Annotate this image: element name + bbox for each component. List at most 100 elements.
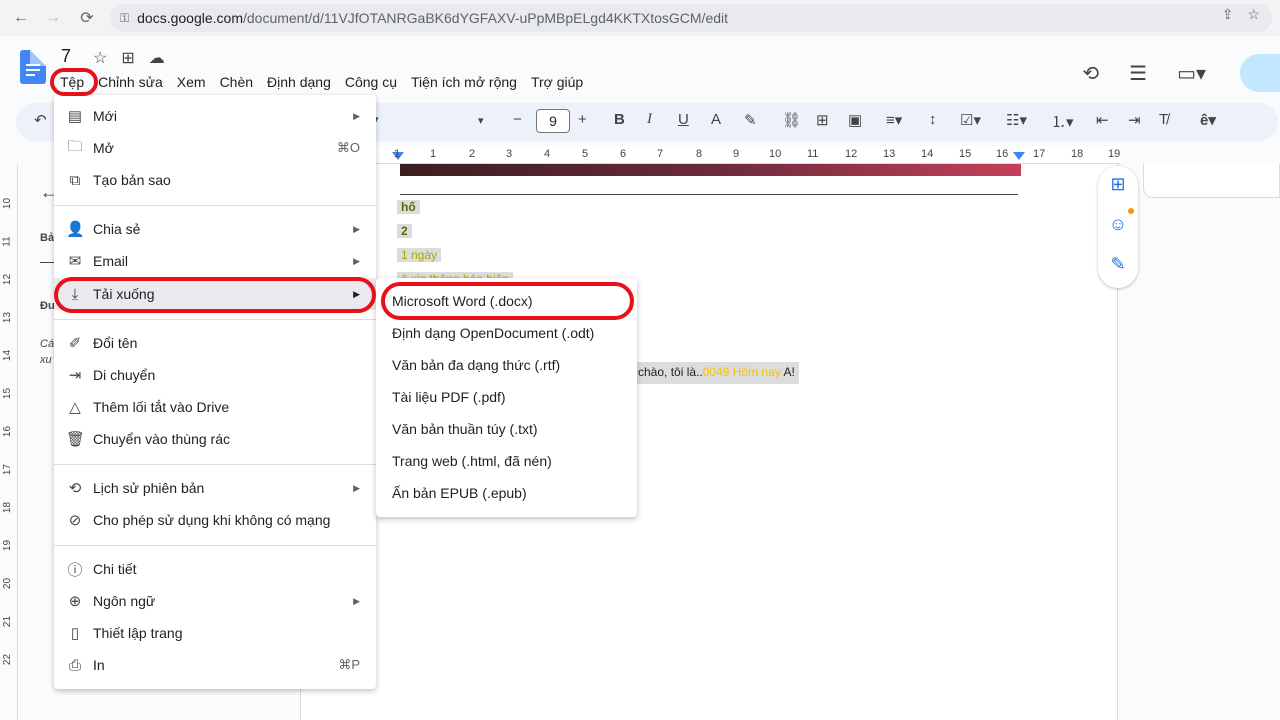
menu-view[interactable]: Xem [170, 72, 213, 92]
decrease-font-size-icon[interactable]: − [513, 111, 522, 128]
menu-item-add-shortcut[interactable]: △ Thêm lối tắt vào Drive [54, 391, 376, 423]
ruler-label: 12 [845, 148, 858, 160]
highlight-icon[interactable]: ✎ [744, 111, 757, 129]
menu-item-download[interactable]: ⤓ Tải xuống ▶ [54, 278, 376, 310]
download-odt[interactable]: Định dạng OpenDocument (.odt) [392, 325, 594, 341]
menu-item-details[interactable]: ⓘ Chi tiết [54, 553, 376, 585]
ruler-label: 17 [1033, 148, 1046, 160]
cloud-status-icon[interactable]: ☁ [149, 48, 165, 68]
text-color-icon[interactable]: A [711, 111, 721, 128]
horizontal-ruler[interactable]: 1 1 2 3 4 5 6 7 8 9 10 11 12 13 14 15 16… [300, 146, 1120, 164]
ruler-label: 18 [2, 501, 14, 514]
add-comment-icon[interactable]: ⊞ [1108, 174, 1128, 194]
menu-item-trash[interactable]: 🗑 Chuyển vào thùng rác [54, 423, 376, 455]
increase-indent-icon[interactable]: ⇥ [1128, 111, 1141, 129]
back-icon[interactable]: ← [10, 7, 32, 29]
submenu-arrow-icon: ▶ [353, 595, 360, 606]
document-icon: ▤ [67, 108, 83, 125]
menu-item-label: Lịch sử phiên bản [93, 480, 205, 496]
menu-item-language[interactable]: ⊕ Ngôn ngữ ▶ [54, 585, 376, 617]
star-icon[interactable]: ☆ [93, 48, 107, 68]
menu-help[interactable]: Trợ giúp [524, 72, 590, 92]
outline-item[interactable]: Cá [40, 338, 54, 350]
menu-item-rename[interactable]: ✐ Đổi tên [54, 327, 376, 359]
vertical-ruler[interactable]: 10 11 12 13 14 15 16 17 18 19 20 21 22 [0, 164, 18, 720]
menu-item-offline[interactable]: ⊘ Cho phép sử dụng khi không có mạng [54, 504, 376, 536]
italic-icon[interactable]: I [647, 111, 652, 128]
menu-item-label: Thiết lập trang [93, 625, 183, 641]
underline-icon[interactable]: U [678, 111, 689, 128]
numbered-list-icon[interactable]: ⒈▾ [1051, 111, 1074, 132]
menu-file[interactable]: Tệp [53, 72, 91, 92]
menu-item-open[interactable]: 🗀 Mở ⌘O [54, 132, 376, 164]
line-spacing-icon[interactable]: ↕ [929, 111, 937, 128]
add-comment-icon[interactable]: ⊞ [816, 111, 829, 129]
menu-format[interactable]: Định dạng [260, 72, 338, 92]
suggest-edits-icon[interactable]: ✎ [1108, 254, 1128, 274]
menu-item-label: Thêm lối tắt vào Drive [93, 399, 230, 415]
greeting-main: chào, tôi là.. [638, 365, 703, 379]
menu-item-copy[interactable]: ⧉ Tạo bản sao [54, 164, 376, 196]
comments-icon[interactable]: ☰ [1129, 61, 1147, 86]
menu-tools[interactable]: Công cụ [338, 72, 404, 92]
bulleted-list-icon[interactable]: ☷▾ [1006, 111, 1027, 129]
url-path: /document/d/11VJfOTANRGaBK6dYGFAXV-uPpMB… [242, 10, 729, 26]
meet-camera-icon[interactable]: ▭▾ [1177, 61, 1206, 86]
increase-font-size-icon[interactable]: + [578, 111, 587, 128]
doc-text-line: hố [397, 200, 420, 214]
input-tools-icon[interactable]: ê▾ [1200, 111, 1216, 129]
right-indent-marker-icon[interactable] [1013, 152, 1025, 160]
ruler-label: 15 [2, 387, 14, 400]
share-button[interactable] [1240, 54, 1280, 92]
menu-edit[interactable]: Chỉnh sửa [91, 72, 170, 92]
download-epub[interactable]: Ấn bản EPUB (.epub) [392, 485, 527, 501]
share-page-icon[interactable]: ⇪ [1222, 6, 1234, 23]
menu-item-share[interactable]: 👤 Chia sẻ ▶ [54, 213, 376, 245]
version-history-icon[interactable]: ⟲ [1082, 61, 1099, 86]
history-icon: ⟲ [68, 480, 82, 497]
forward-icon[interactable]: → [42, 7, 64, 29]
menu-item-new[interactable]: ▤ Mới ▶ [54, 100, 376, 132]
menu-item-move[interactable]: ⇥ Di chuyển [54, 359, 376, 391]
menu-item-page-setup[interactable]: ▯ Thiết lập trang [54, 617, 376, 649]
font-size-input[interactable]: 9 [536, 109, 570, 133]
decrease-indent-icon[interactable]: ⇤ [1096, 111, 1109, 129]
side-card [1143, 164, 1280, 198]
ruler-label: 5 [582, 148, 589, 160]
move-folder-icon[interactable]: ⊞ [121, 48, 134, 68]
download-html[interactable]: Trang web (.html, đã nén) [392, 453, 552, 469]
docs-logo-icon[interactable] [20, 50, 46, 84]
menu-item-version-history[interactable]: ⟲ Lịch sử phiên bản ▶ [54, 472, 376, 504]
ruler-label: 22 [2, 653, 14, 666]
download-pdf[interactable]: Tài liệu PDF (.pdf) [392, 389, 506, 405]
address-bar[interactable]: ⚿ docs.google.com/document/d/11VJfOTANRG… [110, 4, 1272, 32]
menu-item-label: Mới [93, 108, 117, 124]
download-rtf[interactable]: Văn bản đa dạng thức (.rtf) [392, 357, 560, 373]
menu-item-label: Chia sẻ [93, 221, 141, 237]
docs-header: 7 ☆ ⊞ ☁ Tệp Chỉnh sửa Xem Chèn Định dạng… [0, 36, 1280, 96]
document-title[interactable]: 7 [61, 46, 71, 67]
download-txt[interactable]: Văn bản thuần túy (.txt) [392, 421, 538, 437]
bold-icon[interactable]: B [614, 111, 625, 128]
menu-insert[interactable]: Chèn [213, 72, 260, 92]
download-docx[interactable]: Microsoft Word (.docx) [392, 293, 533, 309]
emoji-reaction-icon[interactable]: ☺ [1108, 214, 1128, 234]
bookmark-star-icon[interactable]: ☆ [1247, 6, 1260, 23]
site-info-icon[interactable]: ⚿ [120, 11, 129, 26]
menu-item-print[interactable]: ⎙ In ⌘P [54, 649, 376, 681]
ruler-label: 11 [807, 148, 819, 160]
menu-extensions[interactable]: Tiện ích mở rộng [404, 72, 524, 92]
menu-item-email[interactable]: ✉ Email ▶ [54, 245, 376, 277]
link-icon[interactable]: ⛓ [782, 111, 801, 129]
outline-item[interactable]: xu [40, 354, 52, 366]
clear-formatting-icon[interactable]: T̸ [1159, 111, 1168, 128]
header-image[interactable] [400, 164, 1021, 176]
insert-image-icon[interactable]: ▣ [848, 111, 862, 129]
offline-check-icon: ⊘ [68, 512, 82, 529]
font-dropdown[interactable] [399, 111, 499, 131]
font-dropdown-arrow-icon[interactable]: ▾ [478, 114, 484, 127]
reload-icon[interactable]: ⟳ [76, 7, 98, 29]
undo-icon[interactable]: ↶ [34, 111, 47, 129]
align-icon[interactable]: ≡▾ [886, 111, 902, 129]
checklist-icon[interactable]: ☑▾ [960, 111, 981, 129]
